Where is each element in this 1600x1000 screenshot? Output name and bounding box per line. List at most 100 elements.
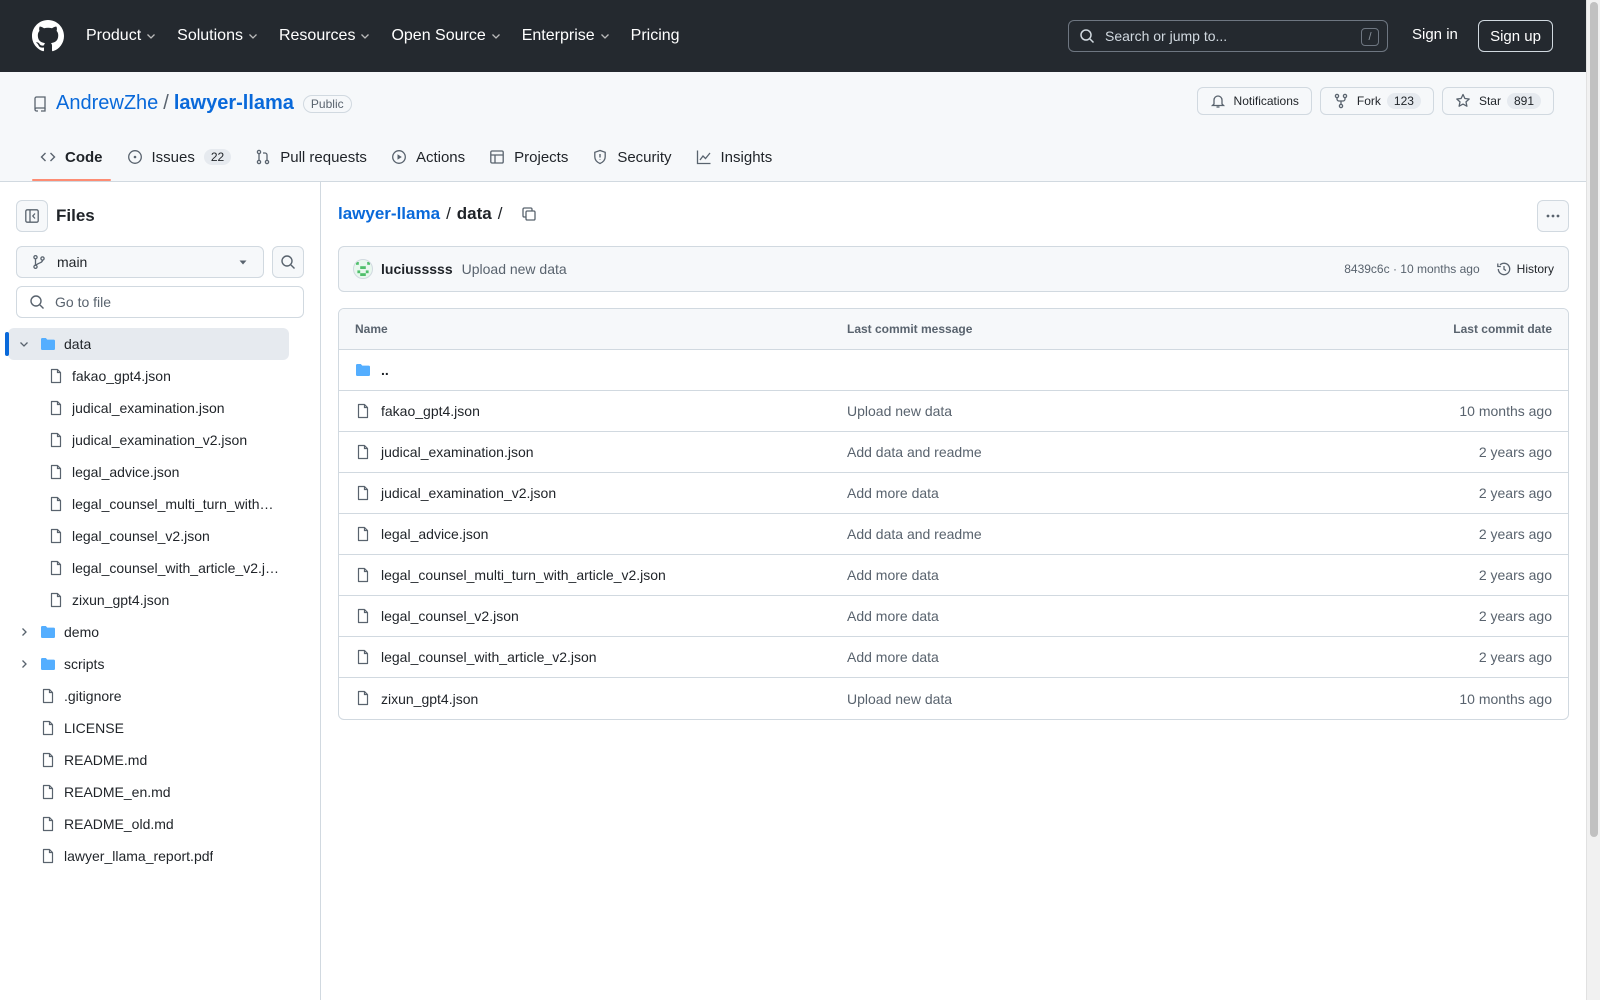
tree-file-item[interactable]: legal_counsel_v2.json	[0, 520, 320, 552]
tree-item-label: demo	[64, 624, 100, 640]
latest-commit-bar: luciusssss Upload new data 8439c6c · 10 …	[338, 246, 1569, 292]
fork-count: 123	[1386, 93, 1421, 109]
commit-message-link[interactable]: Add data and readme	[847, 526, 982, 542]
tree-item-label: zixun_gpt4.json	[72, 592, 170, 608]
breadcrumb-repo-link[interactable]: lawyer-llama	[338, 204, 440, 224]
branch-name: main	[57, 254, 88, 270]
tab-actions[interactable]: Actions	[383, 133, 473, 181]
go-to-file-input[interactable]: Go to file	[16, 286, 304, 318]
tree-folder-item[interactable]: scripts	[0, 648, 320, 680]
tree-file-item[interactable]: legal_counsel_multi_turn_with…	[0, 488, 320, 520]
sidebar-collapse-icon	[25, 209, 39, 223]
github-logo-icon[interactable]	[32, 20, 64, 52]
folder-icon	[40, 656, 56, 672]
file-name-link[interactable]: legal_advice.json	[381, 526, 488, 542]
tree-file-item[interactable]: judical_examination.json	[0, 392, 320, 424]
file-table-header: Name Last commit message Last commit dat…	[339, 309, 1568, 350]
file-name-link[interactable]: legal_counsel_with_article_v2.json	[381, 649, 597, 665]
file-icon	[355, 567, 371, 583]
commit-message-link[interactable]: Add more data	[847, 608, 939, 624]
notifications-label: Notifications	[1233, 94, 1299, 108]
search-files-button[interactable]	[272, 246, 304, 278]
file-name-link[interactable]: fakao_gpt4.json	[381, 403, 480, 419]
commit-message[interactable]: Upload new data	[462, 261, 567, 277]
tree-folder-item[interactable]: data	[5, 328, 289, 360]
file-tree-sidebar: Files main Go to file data fakao_gpt4.jso…	[0, 182, 321, 1000]
nav-pricing[interactable]: Pricing	[631, 27, 680, 45]
file-name-link[interactable]: legal_counsel_multi_turn_with_article_v2…	[381, 567, 666, 583]
file-name-link[interactable]: judical_examination.json	[381, 444, 534, 460]
issue-opened-icon	[127, 150, 142, 164]
tree-file-item[interactable]: LICENSE	[0, 712, 320, 744]
nav-enterprise[interactable]: Enterprise	[522, 27, 611, 45]
tab-code[interactable]: Code	[32, 133, 111, 181]
nav-product[interactable]: Product	[86, 27, 157, 45]
copy-path-icon[interactable]	[521, 206, 537, 222]
tree-file-item[interactable]: README_en.md	[0, 776, 320, 808]
commit-hash-time[interactable]: 8439c6c · 10 months ago	[1344, 262, 1479, 276]
sign-in-link[interactable]: Sign in	[1412, 26, 1458, 43]
global-search-input[interactable]: Search or jump to... /	[1068, 20, 1388, 52]
commit-message-link[interactable]: Add data and readme	[847, 444, 982, 460]
commit-message-link[interactable]: Add more data	[847, 485, 939, 501]
repo-name-link[interactable]: lawyer-llama	[174, 92, 294, 115]
tree-file-item[interactable]: .gitignore	[0, 680, 320, 712]
tab-security[interactable]: Security	[584, 133, 679, 181]
scrollbar-thumb[interactable]	[1590, 2, 1598, 837]
chevron-right-icon[interactable]	[18, 658, 30, 670]
tree-file-item[interactable]: README_old.md	[0, 808, 320, 840]
history-button[interactable]: History	[1496, 261, 1554, 277]
tree-file-item[interactable]: zixun_gpt4.json	[0, 584, 320, 616]
commit-author[interactable]: luciusssss	[381, 261, 453, 277]
tree-item-label: judical_examination.json	[72, 400, 225, 416]
code-icon	[40, 152, 56, 162]
tree-file-item[interactable]: legal_counsel_with_article_v2.j…	[0, 552, 320, 584]
tree-file-item[interactable]: README.md	[0, 744, 320, 776]
nav-resources[interactable]: Resources	[279, 27, 371, 45]
commit-message-link[interactable]: Add more data	[847, 649, 939, 665]
tree-file-item[interactable]: lawyer_llama_report.pdf	[0, 840, 320, 872]
page-scrollbar[interactable]	[1586, 0, 1600, 1000]
repo-owner-link[interactable]: AndrewZhe	[56, 92, 158, 115]
fork-button[interactable]: Fork 123	[1319, 87, 1434, 115]
file-table: Name Last commit message Last commit dat…	[338, 308, 1569, 720]
more-options-button[interactable]	[1537, 200, 1569, 232]
file-name-link[interactable]: zixun_gpt4.json	[381, 691, 478, 707]
tree-item-label: legal_counsel_with_article_v2.j…	[72, 560, 280, 576]
collapse-sidebar-button[interactable]	[16, 200, 48, 232]
table-row: legal_counsel_multi_turn_with_article_v2…	[339, 555, 1568, 596]
star-button[interactable]: Star 891	[1441, 87, 1554, 115]
tab-pull-requests[interactable]: Pull requests	[247, 133, 375, 181]
tab-issues[interactable]: Issues 22	[119, 133, 240, 181]
parent-directory-row[interactable]: ..	[339, 350, 1568, 391]
tab-insights[interactable]: Insights	[688, 133, 781, 181]
commit-message-link[interactable]: Add more data	[847, 567, 939, 583]
tab-projects[interactable]: Projects	[481, 133, 576, 181]
search-shortcut-hint: /	[1361, 28, 1379, 46]
branch-selector[interactable]: main	[16, 246, 264, 278]
notifications-button[interactable]: Notifications	[1196, 87, 1312, 115]
sign-up-button[interactable]: Sign up	[1478, 20, 1553, 52]
tree-folder-item[interactable]: demo	[0, 616, 320, 648]
avatar[interactable]	[353, 259, 373, 279]
tree-file-item[interactable]: legal_advice.json	[0, 456, 320, 488]
commit-message-link[interactable]: Upload new data	[847, 403, 952, 419]
chevron-down-icon[interactable]	[18, 338, 30, 350]
bell-icon	[1210, 95, 1225, 108]
tree-item-label: README_en.md	[64, 784, 171, 800]
parent-directory-link[interactable]: ..	[381, 362, 389, 378]
table-row: fakao_gpt4.json Upload new data 10 months …	[339, 391, 1568, 432]
tree-file-item[interactable]: fakao_gpt4.json	[0, 360, 320, 392]
nav-pricing-label: Pricing	[630, 27, 680, 44]
tree-file-item[interactable]: judical_examination_v2.json	[0, 424, 320, 456]
chevron-right-icon[interactable]	[18, 626, 30, 638]
file-name-link[interactable]: judical_examination_v2.json	[381, 485, 556, 501]
nav-solutions[interactable]: Solutions	[177, 27, 259, 45]
tree-item-label: legal_counsel_v2.json	[72, 528, 210, 544]
nav-open-source[interactable]: Open Source	[391, 27, 501, 45]
global-nav: Product Solutions Resources Open Source …	[86, 27, 700, 45]
commit-message-link[interactable]: Upload new data	[847, 691, 952, 707]
commit-date: 10 months ago	[1459, 403, 1552, 419]
file-name-link[interactable]: legal_counsel_v2.json	[381, 608, 519, 624]
history-icon	[1496, 262, 1510, 276]
